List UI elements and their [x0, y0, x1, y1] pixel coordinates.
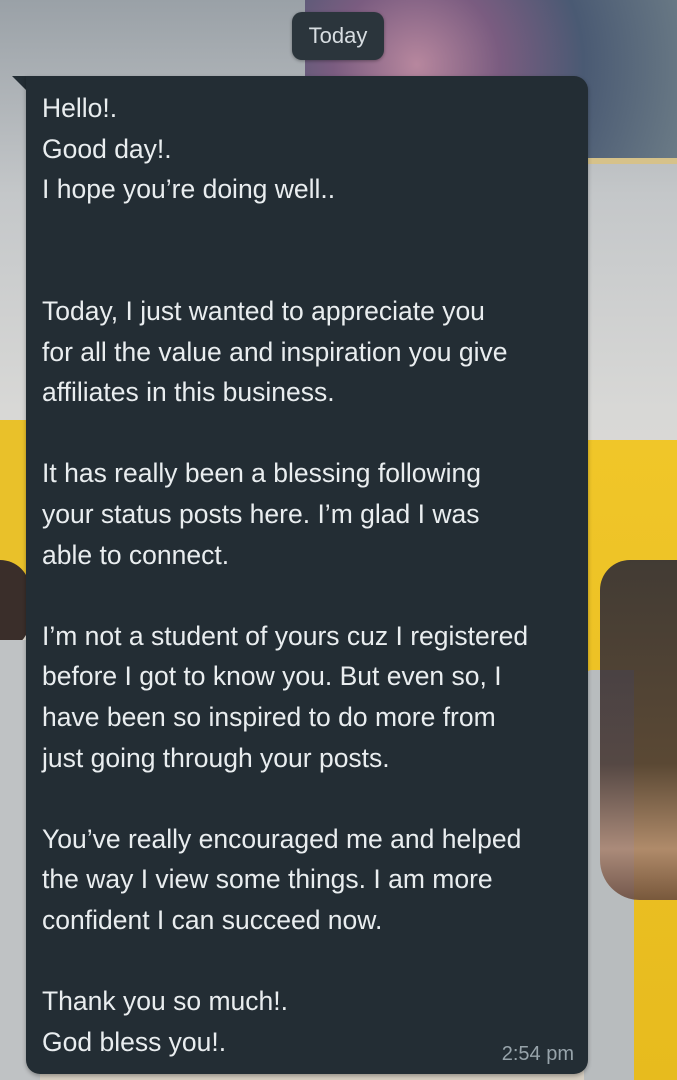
wallpaper-person-right	[600, 560, 677, 900]
message-timestamp: 2:54 pm	[501, 1043, 574, 1065]
date-separator: Today	[292, 12, 384, 60]
message-text[interactable]: Hello!. Good day!. I hope you’re doing w…	[42, 88, 582, 1062]
